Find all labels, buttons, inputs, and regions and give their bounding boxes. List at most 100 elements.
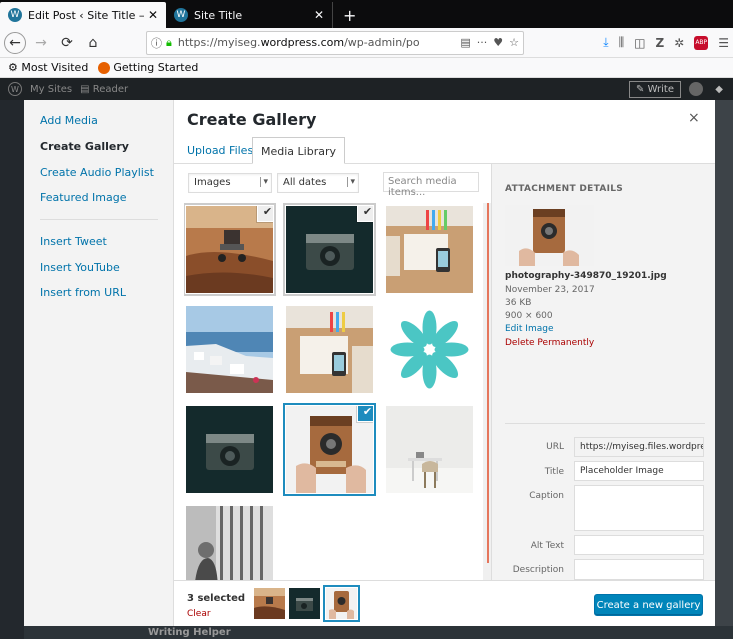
menu-create-gallery[interactable]: Create Gallery (40, 140, 129, 153)
reader-view-icon[interactable]: ▤ (460, 36, 470, 49)
url-text: https://myiseg.wordpress.com/wp-admin/po (177, 36, 420, 49)
close-tab-icon[interactable]: ✕ (314, 8, 324, 22)
back-button[interactable]: ← (4, 31, 26, 54)
zotero-icon[interactable]: Z (655, 36, 664, 50)
forward-button[interactable]: → (30, 32, 52, 54)
attachment-child-window[interactable] (186, 506, 273, 580)
download-icon[interactable]: ⤓ (603, 35, 608, 50)
selection-thumb-mars-rover[interactable] (254, 588, 285, 619)
url-bar[interactable]: ⓘ 🔒︎ https://myiseg.wordpress.com/wp-adm… (146, 30, 524, 55)
writing-helper-label: Writing Helper (148, 627, 231, 638)
edit-image-link[interactable]: Edit Image (505, 324, 553, 334)
library-icon[interactable]: ⫼ (619, 35, 625, 50)
lock-icon: 🔒︎ (166, 35, 172, 49)
extension-icon[interactable]: ✲ (674, 36, 684, 50)
clear-selection-link[interactable]: Clear (187, 609, 211, 619)
description-field[interactable] (574, 559, 704, 580)
caption-label: Caption (529, 491, 564, 501)
selection-thumb-box-camera[interactable] (326, 588, 357, 619)
delete-permanently-link[interactable]: Delete Permanently (505, 338, 594, 348)
type-filter-select[interactable]: Images ▾ (188, 173, 272, 193)
url-field[interactable]: https://myiseg.files.wordpre (574, 437, 704, 457)
browser-tab-site-title[interactable]: W Site Title ✕ (166, 2, 332, 28)
attachment-desk-flatlay-2[interactable] (286, 306, 373, 393)
bookmarks-toolbar: ⚙︎ Most Visited Getting Started (0, 58, 733, 78)
sidebar-icon[interactable]: ◫ (634, 36, 645, 50)
attachment-white-desk-chair[interactable] (386, 406, 473, 493)
attachment-box-camera[interactable]: ✔ (286, 406, 373, 493)
wordpress-logo-icon[interactable]: W (8, 82, 22, 96)
checkmark-icon[interactable]: ✔ (258, 206, 273, 221)
media-modal: Add Media Create Gallery Create Audio Pl… (24, 100, 715, 626)
attachment-size: 36 KB (505, 298, 532, 308)
menu-insert-from-url[interactable]: Insert from URL (40, 286, 126, 299)
bookmark-getting-started[interactable]: Getting Started (98, 61, 198, 74)
menu-featured-image[interactable]: Featured Image (40, 191, 127, 204)
attachment-preview (505, 205, 594, 266)
my-sites-link[interactable]: My Sites (30, 84, 72, 95)
bookmark-most-visited[interactable]: ⚙︎ Most Visited (8, 61, 88, 74)
url-label: URL (546, 442, 564, 452)
close-tab-icon[interactable]: ✕ (148, 8, 158, 22)
menu-create-audio-playlist[interactable]: Create Audio Playlist (40, 166, 154, 179)
attachment-camera-dark[interactable]: ✔ (286, 206, 373, 293)
attachment-camera-dark-2[interactable] (186, 406, 273, 493)
dropdown-arrow-icon: ▾ (260, 177, 268, 187)
wp-admin-bar: W My Sites ▤ Reader ✎ Write ◆ (0, 78, 733, 100)
tab-upload-files[interactable]: Upload Files (179, 137, 261, 164)
menu-separator (40, 219, 158, 220)
adblock-icon[interactable]: ABP (694, 35, 709, 50)
router-tabs: Upload Files Media Library (174, 137, 715, 164)
alt-text-field[interactable] (574, 535, 704, 555)
checkmark-icon[interactable]: ✔ (358, 206, 373, 221)
description-label: Description (512, 565, 564, 575)
info-icon[interactable]: ⓘ (151, 35, 162, 51)
attachment-santorini[interactable] (186, 306, 273, 393)
firefox-icon (98, 62, 111, 74)
attachment-details-sidebar: ATTACHMENT DETAILS photography-349870_19… (491, 164, 715, 580)
menu-insert-tweet[interactable]: Insert Tweet (40, 235, 107, 248)
attachment-details-heading: ATTACHMENT DETAILS (505, 184, 624, 194)
grid-scroll-indicator (487, 203, 489, 563)
attachment-filename: photography-349870_19201.jpg (505, 271, 667, 281)
attachment-dimensions: 900 × 600 (505, 311, 553, 321)
search-input[interactable]: Search media items... (383, 172, 479, 198)
menu-insert-youtube[interactable]: Insert YouTube (40, 261, 120, 274)
home-button[interactable]: ⌂ (82, 32, 104, 54)
attachments-grid: ✔ ✔ ✔ (184, 203, 489, 580)
browser-tab-edit-post[interactable]: W Edit Post ‹ Site Title — W ✕ (0, 2, 166, 28)
menu-add-media[interactable]: Add Media (40, 114, 98, 127)
admin-sidebar-strip (0, 100, 24, 639)
attachment-desk-flatlay-1[interactable] (386, 206, 473, 293)
title-field[interactable]: Placeholder Image (574, 461, 704, 481)
alt-text-label: Alt Text (530, 541, 564, 551)
backdrop-right (715, 100, 733, 626)
notifications-icon[interactable]: ◆ (715, 84, 723, 95)
caption-field[interactable] (574, 485, 704, 531)
tab-title: Edit Post ‹ Site Title — W (28, 8, 144, 22)
new-tab-button[interactable]: + (332, 2, 366, 28)
media-menu: Add Media Create Gallery Create Audio Pl… (24, 100, 174, 626)
selection-thumb-camera-dark[interactable] (289, 588, 320, 619)
reload-button[interactable]: ⟳ (56, 32, 78, 54)
page-actions-icon[interactable]: ··· (477, 36, 488, 49)
selection-count: 3 selected (187, 593, 246, 604)
close-icon[interactable]: × (688, 110, 700, 126)
attachment-date: November 23, 2017 (505, 285, 595, 295)
reader-link[interactable]: ▤ Reader (80, 84, 128, 95)
date-filter-select[interactable]: All dates ▾ (277, 173, 359, 193)
pocket-icon[interactable]: ♥ (493, 36, 503, 49)
attachment-teal-flower[interactable] (386, 306, 473, 393)
details-separator (505, 423, 705, 424)
attachment-mars-rover[interactable]: ✔ (186, 206, 273, 293)
checkmark-icon[interactable]: ✔ (358, 406, 373, 421)
wordpress-icon: W (174, 8, 188, 22)
tab-media-library[interactable]: Media Library (252, 137, 345, 164)
dropdown-arrow-icon: ▾ (347, 177, 355, 187)
wordpress-icon: W (8, 8, 22, 22)
write-button[interactable]: ✎ Write (629, 80, 681, 98)
avatar[interactable] (689, 82, 703, 96)
create-gallery-button[interactable]: Create a new gallery (594, 594, 703, 616)
bookmark-star-icon[interactable]: ☆ (509, 36, 519, 49)
menu-icon[interactable]: ☰ (718, 36, 729, 50)
